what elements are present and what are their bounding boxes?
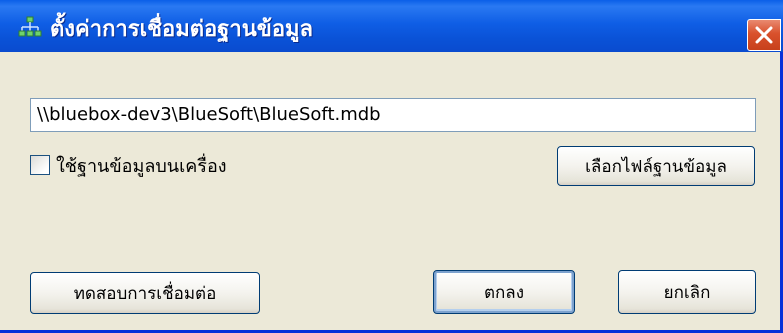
window-title: ตั้งค่าการเชื่อมต่อฐานข้อมูล (50, 17, 314, 42)
cancel-button[interactable]: ยกเลิก (618, 270, 756, 314)
network-tree-icon (18, 15, 42, 39)
db-connection-dialog: ตั้งค่าการเชื่อมต่อฐานข้อมูล \\bluebox-d… (0, 0, 783, 333)
use-local-db-checkbox[interactable] (30, 155, 50, 175)
title-bar[interactable]: ตั้งค่าการเชื่อมต่อฐานข้อมูล (0, 0, 783, 52)
close-button[interactable] (747, 19, 781, 51)
pick-db-file-button[interactable]: เลือกไฟล์ฐานข้อมูล (557, 146, 755, 186)
db-path-input[interactable]: \\bluebox-dev3\BlueSoft\BlueSoft.mdb (30, 98, 756, 132)
use-local-db-label[interactable]: ใช้ฐานข้อมูลบนเครื่อง (56, 151, 227, 180)
ok-button[interactable]: ตกลง (433, 270, 575, 314)
test-connection-button[interactable]: ทดสอบการเชื่อมต่อ (30, 272, 260, 314)
